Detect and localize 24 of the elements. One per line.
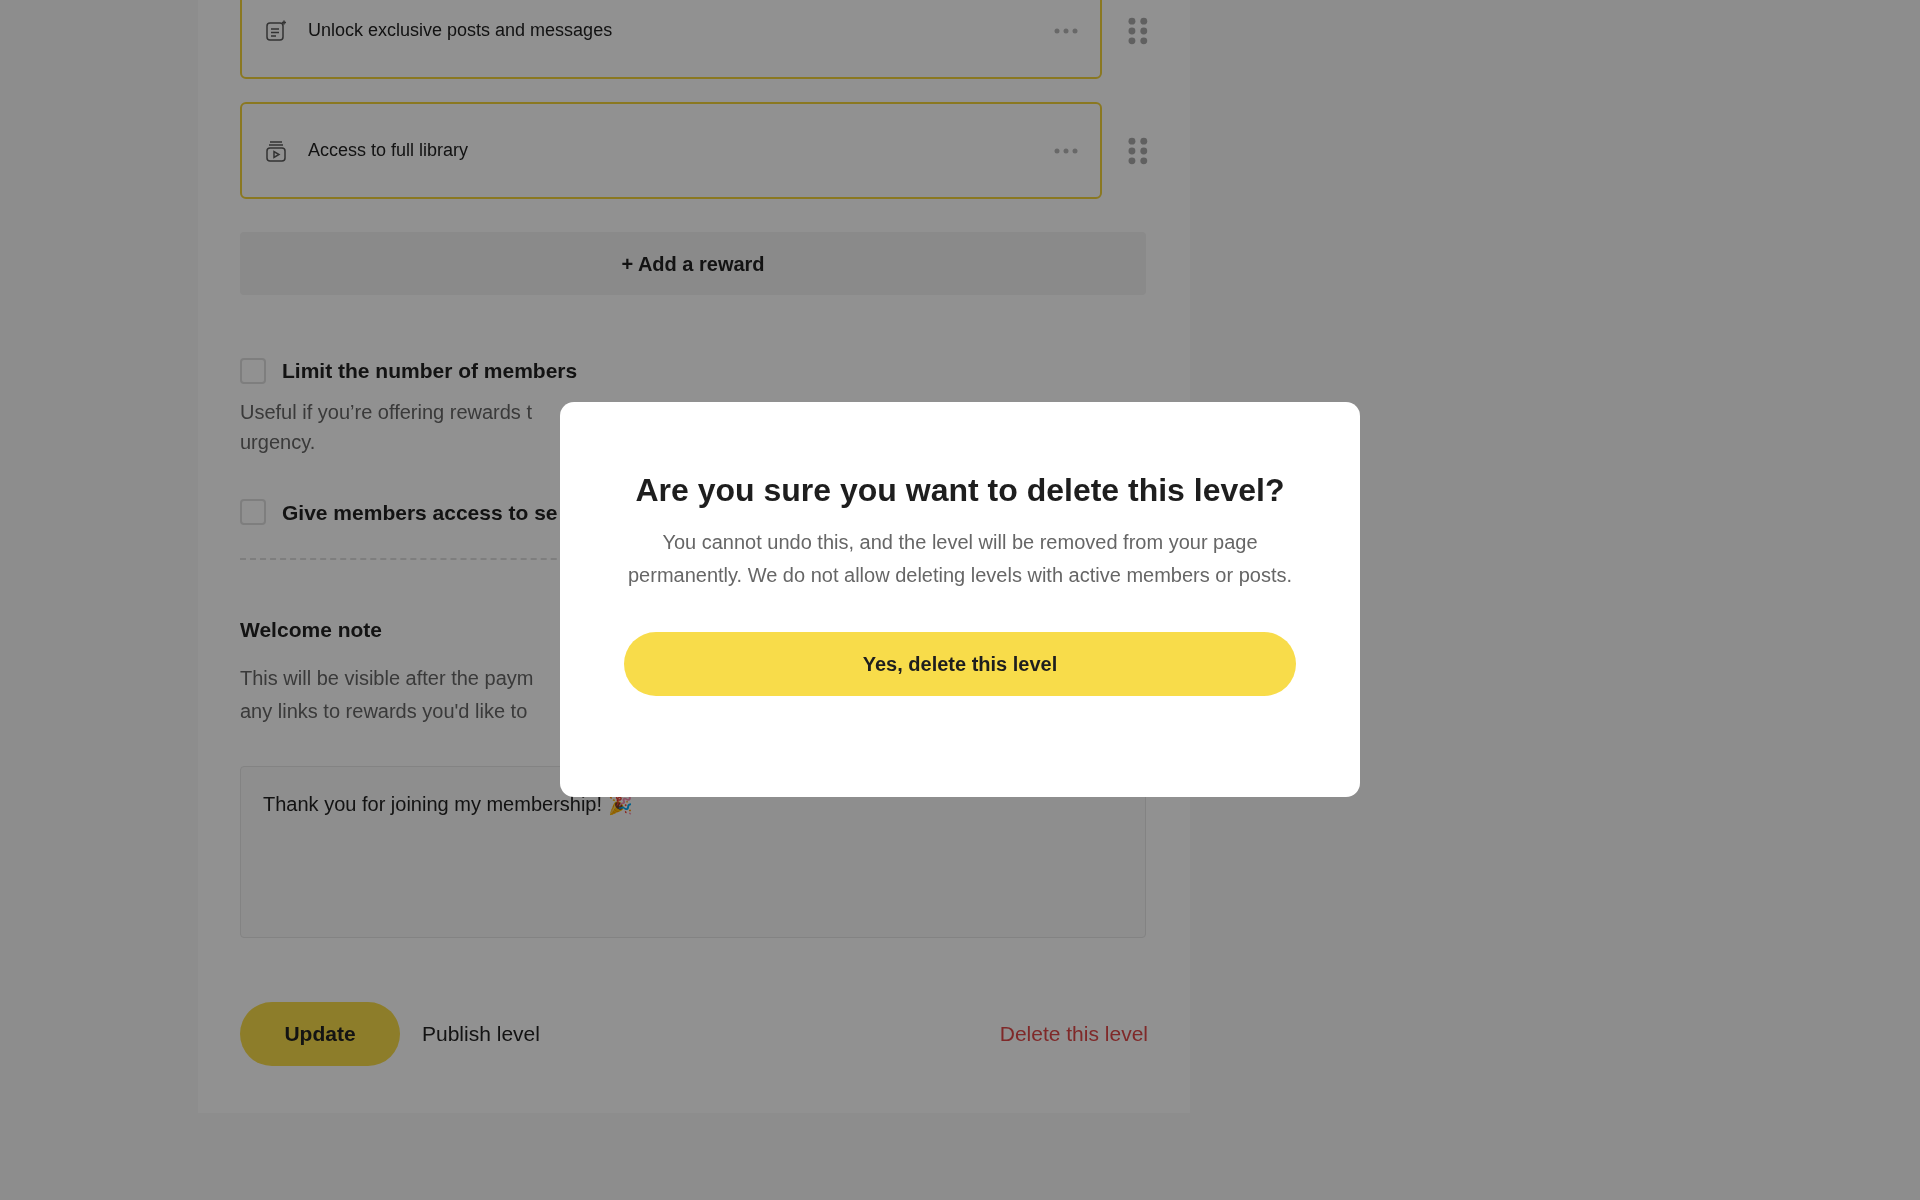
reward-item[interactable]: Access to full library [240, 102, 1103, 199]
video-library-icon [264, 138, 288, 163]
option-description: urgency. [240, 429, 316, 455]
option-description: Useful if you’re offering rewards t [240, 399, 532, 425]
confirm-delete-button[interactable]: Yes, delete this level [624, 632, 1296, 696]
option-label: Limit the number of members [282, 358, 578, 384]
dialog-title: Are you sure you want to delete this level? [635, 471, 1285, 510]
drag-handle-icon[interactable] [1128, 136, 1148, 165]
welcome-note-heading: Welcome note [240, 617, 382, 643]
reward-label: Access to full library [308, 139, 470, 162]
welcome-note-description: This will be visible after the paym [240, 665, 534, 691]
more-icon[interactable] [1054, 147, 1079, 154]
document-icon [264, 18, 288, 43]
welcome-note-description: any links to rewards you'd like to [240, 698, 528, 724]
add-reward-button[interactable]: + Add a reward [240, 232, 1146, 295]
option-label: Give members access to se [282, 499, 558, 526]
reward-label: Unlock exclusive posts and messages [308, 19, 614, 42]
reward-item[interactable]: Unlock exclusive posts and messages [240, 0, 1103, 79]
dialog-message: You cannot undo this, and the level will be removed from your page permanently. We do not allow deleting levels with active members or posts. [627, 530, 1293, 588]
delete-level-link[interactable]: Delete this level [999, 1017, 1148, 1050]
update-button[interactable]: Update [240, 1001, 400, 1066]
drag-handle-icon[interactable] [1128, 16, 1148, 45]
publish-level-link[interactable]: Publish level [422, 1017, 540, 1050]
more-icon[interactable] [1054, 27, 1079, 34]
